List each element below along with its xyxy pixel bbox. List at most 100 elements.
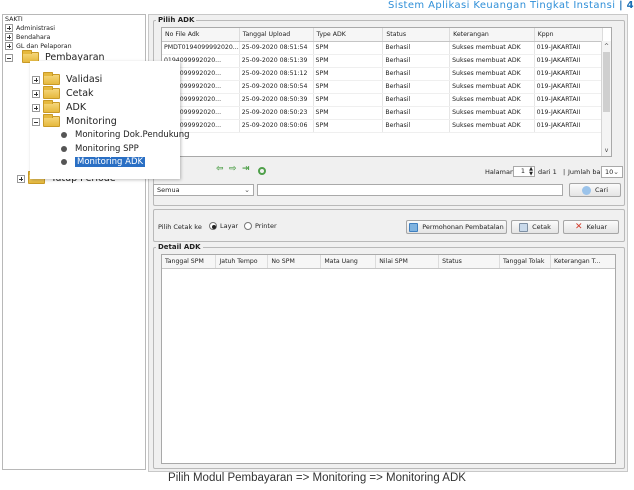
table-cell: 019-JAKARTAII	[534, 93, 604, 107]
expand-icon[interactable]	[32, 103, 40, 112]
first-page-icon[interactable]: ⇦	[216, 164, 224, 174]
table-cell: Berhasil	[382, 41, 451, 55]
collapse-icon[interactable]	[32, 117, 40, 126]
tree-item-bendahara[interactable]: Bendahara	[5, 33, 50, 41]
tree-item-gl-pelaporan[interactable]: GL dan Pelaporan	[5, 42, 72, 50]
column-header[interactable]: Tanggal Upload	[239, 28, 314, 42]
tree-item-label: Monitoring	[66, 116, 117, 127]
adk-table-scrollbar[interactable]: ^ v	[601, 41, 611, 156]
table-row[interactable]: 0194099992020... 25-09-2020 08:50:23 SPM Be…	[162, 106, 604, 120]
table-row[interactable]: 0194099992020... 25-09-2020 08:50:54 SPM Be…	[162, 80, 604, 94]
tree-item-monitoring-spp[interactable]: Monitoring SPP	[61, 144, 139, 154]
next-page-icon[interactable]: ⇨	[229, 164, 237, 174]
expand-icon[interactable]	[32, 75, 40, 84]
printer-icon	[519, 222, 529, 232]
radio-button[interactable]	[244, 222, 252, 230]
search-icon	[582, 185, 591, 195]
column-header[interactable]: Status	[438, 255, 501, 269]
adk-table[interactable]: No File Adk Tanggal Upload Type ADK Stat…	[161, 27, 612, 157]
table-cell: SPM	[313, 54, 384, 68]
close-icon: ✕	[574, 222, 583, 232]
detail-adk-table[interactable]: Tanggal SPM Jatuh Tempo No SPM Mata Uang…	[161, 254, 616, 464]
cetak-button[interactable]: Cetak	[511, 220, 559, 234]
table-cell: Sukses membuat ADK	[449, 93, 535, 107]
cetak-button-label: Cetak	[532, 223, 551, 231]
pilih-cetak-label: Pilih Cetak ke	[158, 223, 202, 231]
halaman-spinner[interactable]: 1 ▲ ▼	[513, 166, 535, 177]
column-header[interactable]: Keterangan T...	[550, 255, 615, 269]
column-header[interactable]: Mata Uang	[320, 255, 377, 269]
table-row[interactable]: 0194099992020... 25-09-2020 08:50:39 SPM Be…	[162, 93, 604, 107]
radio-printer[interactable]: Printer	[244, 222, 277, 230]
radio-button-selected[interactable]	[209, 222, 217, 230]
column-header[interactable]: Jatuh Tempo	[215, 255, 269, 269]
expand-icon[interactable]	[32, 89, 40, 98]
table-row[interactable]: PMDT0194099992020... 25-09-2020 08:51:54 S…	[162, 41, 604, 55]
tree-item-monitoring[interactable]: Monitoring	[32, 114, 117, 127]
table-cell: Sukses membuat ADK	[449, 119, 535, 133]
collapse-icon[interactable]	[5, 53, 13, 62]
column-header[interactable]: Tanggal Tolak	[499, 255, 551, 269]
table-cell: 019-JAKARTAII	[534, 119, 604, 133]
jumlah-baris-select[interactable]: 10 ⌄	[601, 166, 623, 178]
expand-icon[interactable]	[5, 24, 13, 32]
table-cell: SPM	[313, 41, 384, 55]
tree-item-administrasi[interactable]: Administrasi	[5, 24, 55, 32]
table-cell: Berhasil	[382, 67, 451, 81]
figure-caption: Pilih Modul Pembayaran => Monitoring => …	[168, 472, 466, 484]
header-separator: |	[618, 0, 624, 11]
table-cell: PMDT0194099992020...	[162, 41, 240, 55]
last-page-icon[interactable]: ⇥	[242, 164, 250, 174]
table-row[interactable]: 0194099992020... 25-09-2020 08:51:39 SPM Be…	[162, 54, 604, 68]
chevron-down-icon: ⌄	[244, 186, 250, 194]
column-header[interactable]: Tanggal SPM	[162, 255, 217, 269]
keluar-button[interactable]: ✕ Keluar	[563, 220, 619, 234]
refresh-icon[interactable]	[258, 167, 266, 175]
tree-item-monitoring-dok-pendukung[interactable]: Monitoring Dok.Pendukung	[61, 130, 190, 140]
column-header[interactable]: No SPM	[267, 255, 322, 269]
column-header[interactable]: Type ADK	[313, 28, 384, 42]
table-cell: 019-JAKARTAII	[534, 67, 604, 81]
table-cell: Sukses membuat ADK	[449, 106, 535, 120]
tree-root[interactable]: SAKTI	[5, 16, 23, 23]
table-row[interactable]: 0194099992020... 25-09-2020 08:50:06 SPM Be…	[162, 119, 604, 133]
tree-item-label: Cetak	[66, 88, 94, 99]
detail-adk-legend: Detail ADK	[158, 243, 201, 251]
filter-select[interactable]: Semua ⌄	[153, 184, 254, 196]
table-cell: 25-09-2020 08:51:39	[239, 54, 314, 68]
table-cell: 019-JAKARTAII	[534, 41, 604, 55]
expand-icon[interactable]	[17, 174, 25, 183]
search-input[interactable]	[257, 184, 563, 196]
table-row[interactable]: 0194099992020... 25-09-2020 08:51:12 SPM Be…	[162, 67, 604, 81]
table-cell: 25-09-2020 08:50:23	[239, 106, 314, 120]
chevron-down-icon: ⌄	[613, 168, 619, 176]
table-cell: 25-09-2020 08:50:39	[239, 93, 314, 107]
radio-layar[interactable]: Layar	[209, 222, 238, 230]
scroll-down-icon[interactable]: v	[602, 146, 611, 155]
permohonan-button-label: Permohonan Pembatalan	[422, 223, 504, 231]
column-header[interactable]: Keterangan	[449, 28, 535, 42]
expand-icon[interactable]	[5, 42, 13, 50]
table-cell: Berhasil	[382, 93, 451, 107]
header-page-number: 4	[626, 0, 634, 11]
column-header[interactable]: Status	[382, 28, 451, 42]
table-cell: 25-09-2020 08:51:12	[239, 67, 314, 81]
spinner-arrows-icon[interactable]: ▲ ▼	[529, 167, 533, 177]
cancel-request-icon	[409, 222, 419, 232]
cari-button[interactable]: Cari	[569, 183, 621, 197]
permohonan-pembatalan-button[interactable]: Permohonan Pembatalan	[406, 220, 507, 234]
pagination-separator: |	[563, 168, 566, 176]
column-header[interactable]: No File Adk	[162, 28, 240, 42]
scroll-up-icon[interactable]: ^	[602, 42, 611, 51]
table-cell: 25-09-2020 08:50:54	[239, 80, 314, 94]
scroll-thumb[interactable]	[603, 52, 610, 112]
tree-item-cetak[interactable]: Cetak	[32, 86, 94, 99]
table-cell: Sukses membuat ADK	[449, 80, 535, 94]
column-header[interactable]: Nilai SPM	[375, 255, 440, 269]
column-header[interactable]: Kppn	[534, 28, 604, 42]
leaf-bullet-icon	[61, 159, 67, 165]
tree-item-validasi[interactable]: Validasi	[32, 72, 102, 85]
tree-item-adk[interactable]: ADK	[32, 100, 86, 113]
tree-item-monitoring-adk[interactable]: Monitoring ADK	[61, 157, 146, 167]
expand-icon[interactable]	[5, 33, 13, 41]
